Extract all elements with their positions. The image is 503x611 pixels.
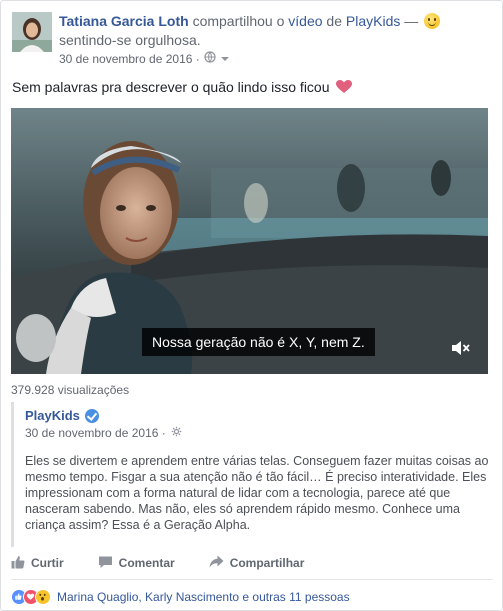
verified-icon	[84, 408, 99, 423]
wow-reaction-icon	[35, 589, 51, 605]
video-caption: Nossa geração não é X, Y, nem Z.	[142, 328, 375, 356]
shared-body-text: Eles se divertem e aprendem entre várias…	[25, 454, 489, 532]
gear-icon	[171, 426, 182, 440]
view-count: 379.928 visualizações	[11, 383, 130, 397]
post-header: Tatiana Garcia Loth compartilhou o vídeo…	[59, 12, 499, 50]
shared-meta: 30 de novembro de 2016 ·	[25, 426, 182, 440]
comment-label: Comentar	[118, 556, 175, 570]
heart-icon	[336, 80, 353, 97]
divider	[11, 579, 493, 580]
thumbs-up-icon	[11, 555, 25, 572]
post-message: Sem palavras pra descrever o quão lindo …	[12, 79, 330, 95]
shared-post: PlayKids 30 de novembro de 2016 · Eles s…	[11, 402, 488, 547]
chevron-down-icon[interactable]	[220, 52, 230, 66]
action-bar: Curtir Comentar Compartilhar	[11, 551, 488, 575]
share-button[interactable]: Compartilhar	[209, 555, 305, 571]
shared-date[interactable]: 30 de novembro de 2016 ·	[25, 426, 166, 440]
post-meta: 30 de novembro de 2016 ·	[59, 51, 230, 66]
share-label: Compartilhar	[229, 556, 305, 570]
comment-button[interactable]: Comentar	[98, 555, 175, 572]
reaction-names[interactable]: Marina Quaglio, Karly Nascimento e outra…	[57, 590, 350, 604]
globe-icon	[204, 51, 216, 66]
video-player[interactable]: Nossa geração não é X, Y, nem Z.	[11, 108, 488, 374]
post-text: Sem palavras pra descrever o quão lindo …	[12, 79, 353, 97]
shared-page-link[interactable]: PlayKids	[25, 408, 80, 423]
shared-text: compartilhou o	[192, 13, 285, 29]
mute-icon[interactable]	[451, 340, 471, 356]
smiley-icon	[424, 13, 441, 29]
video-link[interactable]: vídeo	[288, 13, 322, 29]
reactions-summary[interactable]: Marina Quaglio, Karly Nascimento e outra…	[11, 589, 350, 605]
post-date[interactable]: 30 de novembro de 2016 ·	[59, 52, 200, 66]
like-button[interactable]: Curtir	[11, 555, 64, 572]
shared-page-name: PlayKids	[25, 408, 99, 423]
avatar[interactable]	[12, 12, 52, 52]
author-name[interactable]: Tatiana Garcia Loth	[59, 13, 189, 29]
page-link[interactable]: PlayKids	[346, 13, 400, 29]
share-icon	[209, 555, 224, 571]
post-card: Tatiana Garcia Loth compartilhou o vídeo…	[0, 0, 503, 611]
from-word: de	[326, 13, 342, 29]
feeling-text: sentindo-se orgulhosa.	[59, 32, 201, 48]
comment-icon	[98, 555, 113, 572]
like-label: Curtir	[31, 556, 64, 570]
dash: —	[404, 13, 419, 29]
